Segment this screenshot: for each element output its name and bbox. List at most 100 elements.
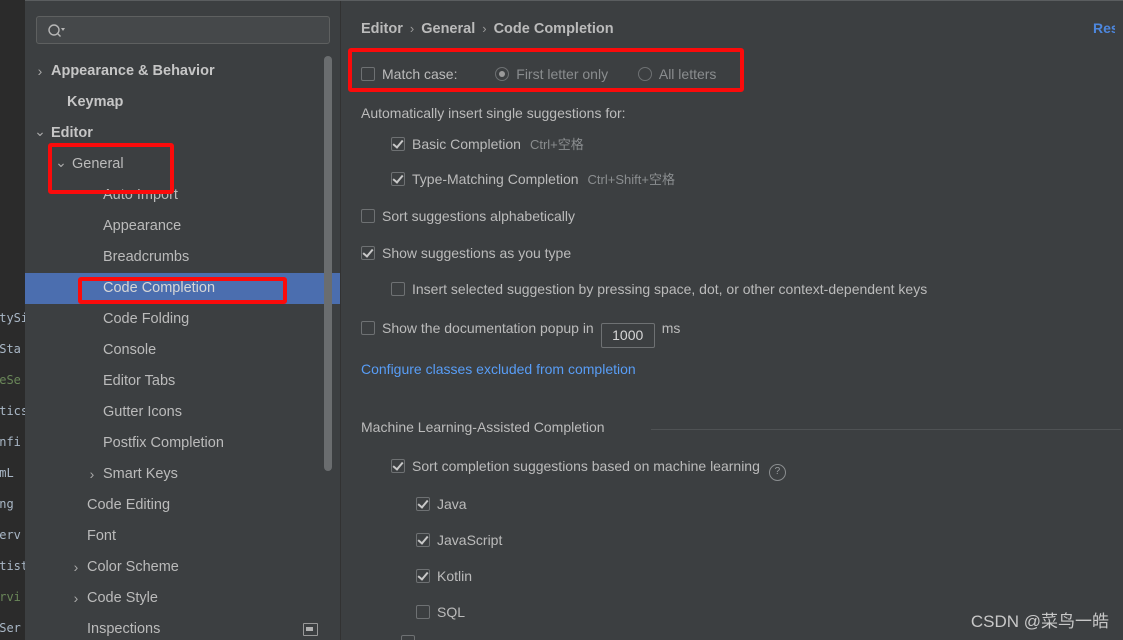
sidebar-item-inspections[interactable]: Inspections — [25, 614, 340, 640]
sidebar-item-label: Code Completion — [103, 273, 215, 304]
sidebar-item-auto-import[interactable]: Auto Import — [25, 180, 340, 211]
sort-alphabetically-row: Sort suggestions alphabetically — [361, 207, 575, 225]
help-icon[interactable]: ? — [769, 464, 786, 481]
first-letter-only-radio[interactable] — [495, 67, 509, 81]
breadcrumb: Editor›General›Code Completion — [361, 21, 614, 37]
chevron-right-icon[interactable]: › — [69, 583, 83, 614]
watermark: CSDN @菜鸟一皓 — [971, 607, 1109, 632]
chevron-right-icon[interactable]: › — [85, 459, 99, 490]
all-letters-radio[interactable] — [638, 67, 652, 81]
doc-popup-row: Show the documentation popup in 1000 ms — [361, 319, 680, 348]
search-icon — [47, 23, 65, 39]
sidebar-item-general[interactable]: ⌄General — [25, 149, 340, 180]
breadcrumb-item[interactable]: Code Completion — [494, 21, 614, 37]
ml-language-checkbox-kotlin[interactable] — [416, 569, 430, 583]
sidebar-item-editor[interactable]: ⌄Editor — [25, 118, 340, 149]
configure-excluded-classes-link-row: Configure classes excluded from completi… — [361, 360, 636, 378]
sidebar-item-color-scheme[interactable]: ›Color Scheme — [25, 552, 340, 583]
match-case-row: Match case: First letter only All letter… — [361, 65, 716, 83]
sidebar-item-label: Editor — [51, 118, 93, 149]
sidebar-item-code-completion[interactable]: Code Completion — [25, 273, 340, 304]
sidebar-item-label: Code Editing — [87, 490, 170, 521]
settings-tree-pane: ›Appearance & BehaviorKeymap⌄Editor⌄Gene… — [25, 1, 341, 640]
doc-popup-label-after: ms — [662, 320, 681, 336]
type-matching-completion-shortcut: Ctrl+Shift+空格 — [588, 172, 675, 187]
sidebar-item-label: Breadcrumbs — [103, 242, 189, 273]
insert-selected-checkbox[interactable] — [391, 282, 405, 296]
background-code-line: atist — [0, 559, 25, 573]
match-case-checkbox[interactable] — [361, 67, 375, 81]
doc-popup-label-before: Show the documentation popup in — [382, 320, 594, 336]
type-matching-completion-checkbox[interactable] — [391, 172, 405, 186]
sidebar-item-label: Code Style — [87, 583, 158, 614]
insert-selected-row: Insert selected suggestion by pressing s… — [391, 280, 927, 298]
sidebar-item-code-folding[interactable]: Code Folding — [25, 304, 340, 335]
match-case-label: Match case: — [382, 66, 457, 82]
sidebar-item-label: Editor Tabs — [103, 366, 175, 397]
tree-scrollbar-thumb[interactable] — [324, 56, 332, 471]
doc-popup-checkbox[interactable] — [361, 321, 375, 335]
sidebar-item-label: Console — [103, 335, 156, 366]
sidebar-item-label: General — [72, 149, 124, 180]
sidebar-item-appearance-behavior[interactable]: ›Appearance & Behavior — [25, 56, 340, 87]
background-code-line: kSta — [0, 342, 21, 356]
sidebar-item-label: Font — [87, 521, 116, 552]
sidebar-item-console[interactable]: Console — [25, 335, 340, 366]
ml-section-header: Machine Learning-Assisted Completion — [361, 419, 1121, 435]
background-code-line: ing — [0, 497, 14, 511]
search-input[interactable] — [71, 17, 327, 45]
type-matching-completion-label: Type-Matching Completion — [412, 171, 579, 187]
background-code-line: reSe — [0, 373, 21, 387]
chevron-down-icon[interactable]: ⌄ — [33, 118, 47, 144]
basic-completion-checkbox[interactable] — [391, 137, 405, 151]
breadcrumb-separator: › — [403, 21, 421, 36]
sidebar-item-appearance[interactable]: Appearance — [25, 211, 340, 242]
background-code-line: onfi — [0, 435, 21, 449]
ml-language-row: Kotlin — [416, 567, 472, 585]
doc-popup-delay-input[interactable]: 1000 — [601, 323, 655, 348]
breadcrumb-item[interactable]: General — [421, 21, 475, 37]
auto-insert-header: Automatically insert single suggestions … — [361, 104, 626, 122]
sidebar-item-editor-tabs[interactable]: Editor Tabs — [25, 366, 340, 397]
ml-section-title: Machine Learning-Assisted Completion — [361, 419, 605, 435]
sidebar-item-smart-keys[interactable]: ›Smart Keys — [25, 459, 340, 490]
sidebar-item-font[interactable]: Font — [25, 521, 340, 552]
sidebar-item-keymap[interactable]: Keymap — [25, 87, 340, 118]
sidebar-item-label: Auto Import — [103, 180, 178, 211]
sidebar-item-code-editing[interactable]: Code Editing — [25, 490, 340, 521]
sort-ml-checkbox[interactable] — [391, 459, 405, 473]
window-icon[interactable] — [303, 623, 318, 636]
sidebar-item-label: Gutter Icons — [103, 397, 182, 428]
first-letter-only-label: First letter only — [516, 66, 608, 82]
reset-link[interactable]: Reset — [1093, 20, 1115, 36]
sidebar-item-postfix-completion[interactable]: Postfix Completion — [25, 428, 340, 459]
chevron-right-icon[interactable]: › — [69, 552, 83, 583]
sidebar-item-label: Inspections — [87, 614, 160, 640]
settings-dialog: ›Appearance & BehaviorKeymap⌄Editor⌄Gene… — [25, 0, 1123, 640]
settings-tree[interactable]: ›Appearance & BehaviorKeymap⌄Editor⌄Gene… — [25, 56, 340, 640]
background-code-line: emL — [0, 466, 14, 480]
configure-excluded-classes-link[interactable]: Configure classes excluded from completi… — [361, 361, 636, 377]
breadcrumb-item[interactable]: Editor — [361, 21, 403, 37]
sidebar-item-breadcrumbs[interactable]: Breadcrumbs — [25, 242, 340, 273]
ml-language-partial-checkbox[interactable] — [401, 635, 415, 640]
chevron-down-icon[interactable]: ⌄ — [54, 149, 68, 175]
sort-alphabetically-label: Sort suggestions alphabetically — [382, 208, 575, 224]
ml-language-checkbox-javascript[interactable] — [416, 533, 430, 547]
basic-completion-shortcut: Ctrl+空格 — [530, 137, 584, 152]
sidebar-item-label: Appearance — [103, 211, 181, 242]
settings-search-box[interactable] — [36, 16, 330, 44]
ml-language-checkbox-java[interactable] — [416, 497, 430, 511]
sidebar-item-gutter-icons[interactable]: Gutter Icons — [25, 397, 340, 428]
ml-language-checkbox-sql[interactable] — [416, 605, 430, 619]
sidebar-item-code-style[interactable]: ›Code Style — [25, 583, 340, 614]
ml-section-divider — [651, 429, 1121, 430]
settings-content-pane: Editor›General›Code Completion Reset Mat… — [341, 1, 1123, 640]
sort-alphabetically-checkbox[interactable] — [361, 209, 375, 223]
sort-ml-label: Sort completion suggestions based on mac… — [412, 458, 760, 474]
sidebar-item-label: Smart Keys — [103, 459, 178, 490]
chevron-right-icon[interactable]: › — [33, 56, 47, 87]
show-as-you-type-checkbox[interactable] — [361, 246, 375, 260]
ml-language-row: SQL — [416, 603, 465, 621]
ml-language-label: SQL — [437, 604, 465, 620]
